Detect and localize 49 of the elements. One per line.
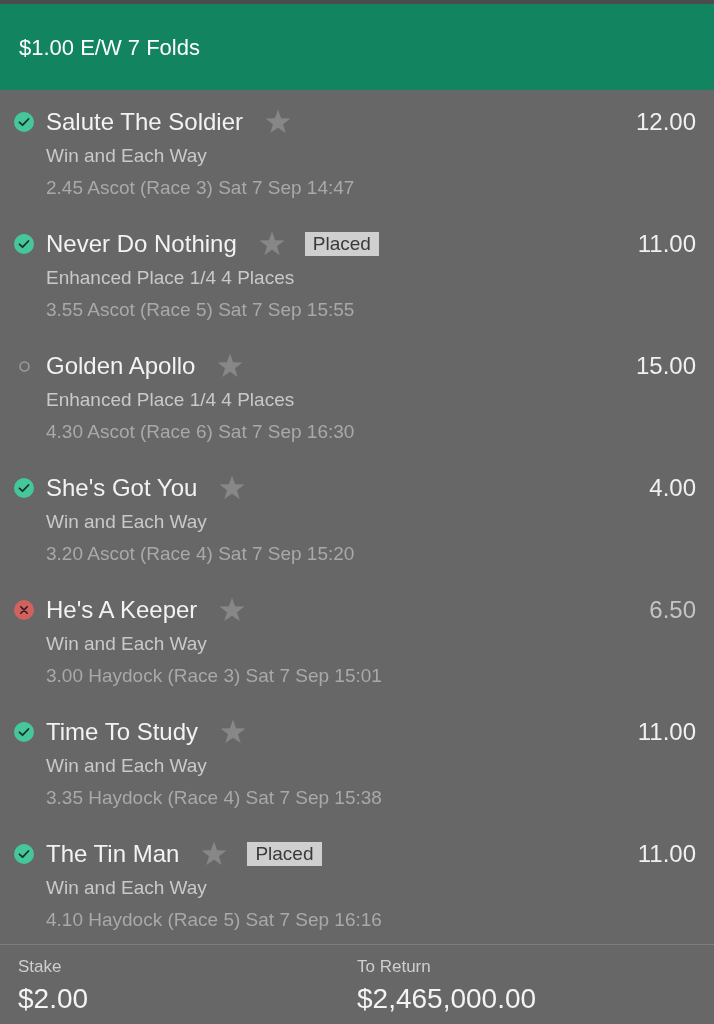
market-text: Win and Each Way: [46, 755, 207, 776]
event-text: 4.10 Haydock (Race 5) Sat 7 Sep 16:16: [46, 909, 382, 930]
star-icon[interactable]: [217, 353, 244, 379]
check-circle-icon: [14, 478, 34, 498]
event-text: 3.35 Haydock (Race 4) Sat 7 Sep 15:38: [46, 787, 382, 808]
market-text: Enhanced Place 1/4 4 Places: [46, 267, 295, 288]
check-circle-icon: [14, 234, 34, 254]
star-icon[interactable]: [258, 231, 285, 257]
odds-value: 11.00: [637, 717, 696, 747]
star-icon[interactable]: [219, 475, 246, 501]
selection-name: Golden Apollo: [46, 351, 196, 381]
odds-value: 11.00: [637, 229, 696, 259]
selection-name: He's A Keeper: [46, 595, 198, 625]
market-text: Enhanced Place 1/4 4 Places: [46, 389, 295, 410]
odds-value: 11.00: [637, 839, 696, 869]
bet-title: $1.00 E/W 7 Folds: [19, 33, 200, 62]
event-text: 3.55 Ascot (Race 5) Sat 7 Sep 15:55: [46, 299, 355, 320]
selection-name: She's Got You: [46, 473, 198, 503]
selection-name: Never Do Nothing: [46, 229, 237, 259]
event-text: 2.45 Ascot (Race 3) Sat 7 Sep 14:47: [46, 177, 355, 198]
check-circle-icon: [14, 112, 34, 132]
check-circle-icon: [14, 722, 34, 742]
star-icon[interactable]: [201, 841, 228, 867]
selection-name: The Tin Man: [46, 839, 180, 869]
return-value: $2,465,000.00: [357, 982, 537, 1016]
star-icon[interactable]: [220, 719, 247, 745]
stake-value: $2.00: [18, 982, 89, 1016]
event-text: 3.00 Haydock (Race 3) Sat 7 Sep 15:01: [46, 665, 382, 686]
selection-name: Salute The Soldier: [46, 107, 243, 137]
market-text: Win and Each Way: [46, 145, 207, 166]
event-text: 4.30 Ascot (Race 6) Sat 7 Sep 16:30: [46, 421, 355, 442]
placed-tag: Placed: [247, 842, 322, 866]
selection-name: Time To Study: [46, 717, 199, 747]
market-text: Win and Each Way: [46, 633, 207, 654]
market-text: Win and Each Way: [46, 877, 207, 898]
odds-value: 12.00: [635, 107, 696, 137]
odds-value: 15.00: [635, 351, 696, 381]
odds-value: 4.00: [649, 473, 696, 503]
market-text: Win and Each Way: [46, 511, 207, 532]
star-icon[interactable]: [265, 109, 291, 135]
check-circle-icon: [14, 844, 34, 864]
star-icon[interactable]: [219, 597, 246, 623]
return-label: To Return: [357, 956, 431, 978]
cross-circle-icon: [14, 600, 34, 620]
placed-tag: Placed: [304, 232, 379, 256]
stake-label: Stake: [18, 956, 62, 978]
event-text: 3.20 Ascot (Race 4) Sat 7 Sep 15:20: [46, 543, 355, 564]
odds-value: 6.50: [649, 595, 696, 625]
ring-icon: [18, 360, 30, 372]
